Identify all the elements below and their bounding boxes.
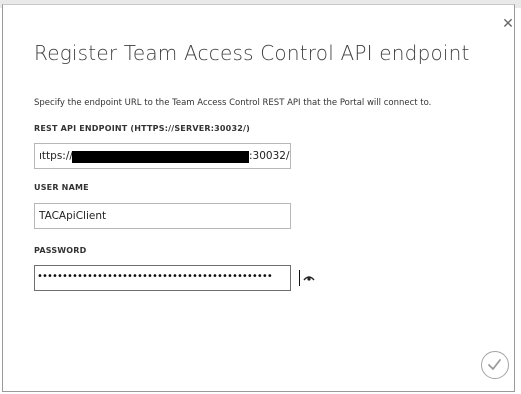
- username-input[interactable]: TACApiClient: [34, 203, 291, 229]
- close-icon[interactable]: ✕: [501, 17, 515, 31]
- text-caret: [299, 270, 300, 286]
- endpoint-value-prefix: ıttps://: [39, 150, 73, 162]
- endpoint-value-suffix: :30032/: [249, 150, 290, 162]
- endpoint-label: REST API ENDPOINT (HTTPS://SERVER:30032/…: [34, 124, 250, 133]
- checkmark-icon[interactable]: [481, 351, 509, 379]
- dialog-description: Specify the endpoint URL to the Team Acc…: [34, 98, 432, 108]
- dialog-title: Register Team Access Control API endpoin…: [34, 41, 470, 65]
- register-endpoint-dialog: ✕ Register Team Access Control API endpo…: [2, 4, 515, 392]
- username-label: USER NAME: [34, 183, 89, 192]
- endpoint-input[interactable]: ıttps:// :30032/: [34, 143, 291, 169]
- eye-icon[interactable]: [303, 273, 315, 283]
- password-input[interactable]: ••••••••••••••••••••••••••••••••••••••••…: [34, 265, 315, 291]
- password-value: ••••••••••••••••••••••••••••••••••••••••…: [37, 271, 273, 282]
- password-label: PASSWORD: [34, 246, 87, 255]
- username-value: TACApiClient: [39, 210, 107, 222]
- redacted-hostname: [72, 151, 249, 163]
